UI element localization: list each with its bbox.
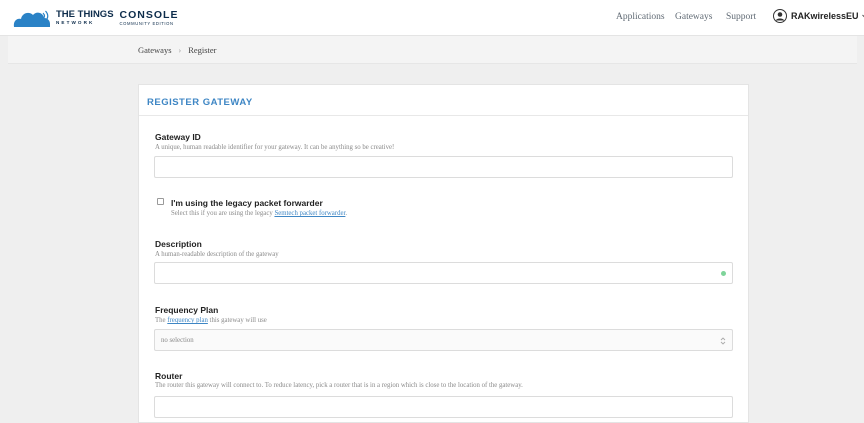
logo-edition: COMMUNITY EDITION [119,20,174,26]
logo-line-2: NETWORK [56,19,95,25]
legacy-help-suffix: . [345,210,348,217]
router-input[interactable] [154,396,733,418]
gateway-id-help: A unique, human readable identifier for … [155,144,395,151]
breadcrumb-separator: › [178,45,182,55]
frequency-plan-link[interactable]: frequency plan [167,317,208,324]
legacy-help-text: Select this if you are using the legacy [171,210,275,217]
select-arrows-icon [720,337,726,345]
register-gateway-card: REGISTER GATEWAY Gateway ID A unique, hu… [138,84,749,423]
description-label: Description [155,239,202,249]
frequency-plan-help: The frequency plan this gateway will use [155,317,267,324]
semtech-packet-forwarder-link[interactable]: Semtech packet forwarder [274,210,345,217]
breadcrumb-gateways-link[interactable]: Gateways [138,45,172,55]
gateway-id-input[interactable] [154,156,733,178]
frequency-plan-label: Frequency Plan [155,305,219,315]
router-help: The router this gateway will connect to.… [155,382,523,389]
logo-product-name: CONSOLE [119,9,179,22]
legacy-forwarder-help: Select this if you are using the legacy … [171,210,347,217]
frequency-plan-selected-value: no selection [161,337,194,344]
breadcrumb-current: Register [188,45,217,55]
router-label: Router [155,371,183,381]
logo-product: CONSOLE COMMUNITY EDITION [120,10,179,26]
logo-wordmark: THE THINGS NETWORK [56,10,114,25]
logo-line-1: THE THINGS [56,9,114,21]
nav-gateways-link[interactable]: Gateways [675,12,712,22]
ttn-console-logo[interactable]: THE THINGS NETWORK CONSOLE COMMUNITY EDI… [12,7,178,29]
description-help: A human-readable description of the gate… [155,251,279,258]
nav-support-link[interactable]: Support [726,12,756,22]
top-navigation-bar: THE THINGS NETWORK CONSOLE COMMUNITY EDI… [0,0,864,36]
breadcrumb: Gateways › Register [138,45,217,55]
gateway-id-label: Gateway ID [155,132,201,142]
breadcrumb-bar: Gateways › Register [8,36,857,64]
frequency-plan-help-text: The [155,317,168,324]
description-input[interactable] [154,262,733,284]
nav-applications-link[interactable]: Applications [616,12,665,22]
legacy-forwarder-label[interactable]: I'm using the legacy packet forwarder [171,198,323,208]
user-name: RAKwirelessEU [791,11,859,21]
user-menu[interactable]: RAKwirelessEU [773,9,864,23]
page-title: REGISTER GATEWAY [147,97,253,108]
legacy-forwarder-checkbox[interactable] [157,198,164,205]
valid-indicator-icon [721,271,726,276]
user-avatar-icon [773,9,787,23]
frequency-plan-help-suffix: this gateway will use [207,317,267,324]
frequency-plan-select[interactable]: no selection [154,329,733,351]
card-header: REGISTER GATEWAY [139,85,748,116]
ttn-cloud-icon [13,10,51,27]
